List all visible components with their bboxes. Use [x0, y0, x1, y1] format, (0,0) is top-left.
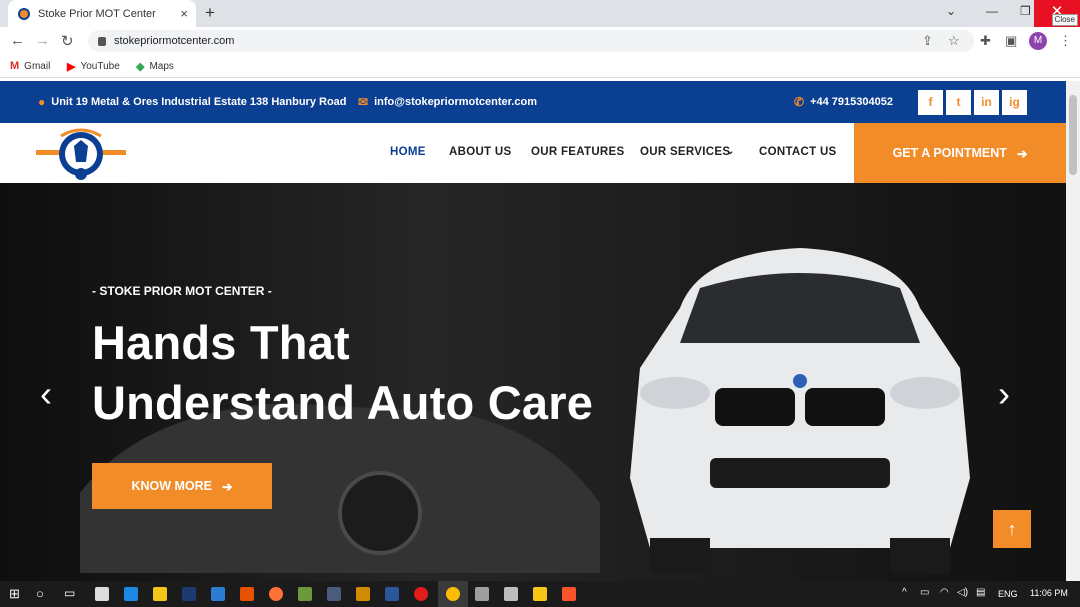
windows-taskbar: ⊞ ○ ▭ ^ ▭ ◠ ◁) ▤ ENG 11:06 PM: [0, 581, 1080, 607]
chrome-icon[interactable]: [446, 587, 460, 601]
email-info[interactable]: ✉ info@stokepriormotcenter.com: [358, 95, 537, 109]
tab-search-icon[interactable]: ⌄: [946, 4, 956, 18]
cta-label: GET A POINTMENT: [892, 146, 1007, 160]
bookmarks-bar: M Gmail ▶ YouTube ◆ Maps: [0, 56, 1080, 78]
phone-info[interactable]: ✆ +44 7915304052: [794, 95, 893, 109]
clock[interactable]: 11:06 PM: [1030, 588, 1068, 598]
folder-icon[interactable]: [533, 587, 547, 601]
minimize-icon[interactable]: —: [986, 4, 998, 18]
phone-text[interactable]: +44 7915304052: [810, 96, 893, 108]
new-tab-button[interactable]: +: [205, 3, 215, 23]
linkedin-icon[interactable]: in: [974, 90, 999, 115]
gmail-icon: M: [10, 60, 20, 72]
arrow-right-icon: ➔: [1016, 146, 1028, 161]
tab-close-icon[interactable]: ×: [180, 6, 188, 21]
location-pin-icon: ●: [38, 95, 46, 109]
address-info: ● Unit 19 Metal & Ores Industrial Estate…: [38, 95, 347, 109]
facebook-icon[interactable]: f: [918, 90, 943, 115]
know-more-button[interactable]: KNOW MORE ➔: [92, 463, 272, 509]
sublime-icon[interactable]: [356, 587, 370, 601]
store-icon[interactable]: [95, 587, 109, 601]
bookmark-label: Maps: [149, 61, 174, 72]
scrollbar-thumb[interactable]: [1069, 95, 1077, 175]
profile-avatar[interactable]: M: [1029, 32, 1047, 50]
page-scrollbar[interactable]: [1066, 81, 1080, 581]
notification-icon[interactable]: ▤: [976, 587, 985, 598]
vscode-icon[interactable]: [211, 587, 225, 601]
app-icon[interactable]: [298, 587, 312, 601]
language-indicator[interactable]: ENG: [998, 589, 1018, 599]
file-explorer-icon[interactable]: [153, 587, 167, 601]
bookmark-label: YouTube: [80, 61, 120, 72]
scroll-to-top-button[interactable]: ↑: [993, 510, 1031, 548]
chevron-down-icon[interactable]: ⌄: [726, 146, 735, 157]
nav-about-us[interactable]: ABOUT US: [449, 146, 511, 158]
battery-icon[interactable]: ▭: [920, 587, 929, 598]
site-favicon-icon: [18, 7, 30, 20]
browser-toolbar: ← → ↻ stokepriormotcenter.com ⇪ ☆ ✚ ▣ ⋮: [0, 27, 1080, 56]
browser-tab[interactable]: Stoke Prior MOT Center ×: [8, 0, 196, 27]
address-text: Unit 19 Metal & Ores Industrial Estate 1…: [51, 96, 347, 108]
browser-tab-bar: Stoke Prior MOT Center × + ⌄ — ❐ ✕ Close: [0, 0, 1080, 27]
firefox-icon[interactable]: [269, 587, 283, 601]
windows-start-icon[interactable]: ⊞: [9, 586, 20, 602]
xampp-icon[interactable]: [240, 587, 254, 601]
brave-icon[interactable]: [562, 587, 576, 601]
share-icon[interactable]: ⇪: [922, 33, 933, 49]
url-text: stokepriormotcenter.com: [114, 35, 235, 47]
phone-icon: ✆: [794, 95, 805, 109]
opera-icon[interactable]: [414, 587, 428, 601]
nav-our-features[interactable]: OUR FEATURES: [531, 146, 624, 158]
extensions-icon[interactable]: ✚: [980, 33, 991, 49]
envelope-icon: ✉: [358, 95, 369, 109]
email-text[interactable]: info@stokepriormotcenter.com: [374, 96, 537, 108]
instagram-icon[interactable]: ig: [1002, 90, 1027, 115]
menu-icon[interactable]: ⋮: [1059, 33, 1072, 49]
youtube-icon: ▶: [67, 61, 76, 73]
bookmark-maps[interactable]: ◆ Maps: [136, 60, 174, 73]
calculator-icon[interactable]: [504, 587, 518, 601]
bookmark-youtube[interactable]: ▶ YouTube: [67, 60, 120, 73]
forward-icon[interactable]: →: [35, 32, 50, 49]
photoshop-icon[interactable]: [182, 587, 196, 601]
hero-title-line2: Understand Auto Care: [92, 376, 594, 429]
bookmark-gmail[interactable]: M Gmail: [10, 60, 50, 72]
wifi-icon[interactable]: ◠: [940, 587, 949, 598]
nav-home[interactable]: HOME: [390, 146, 426, 158]
volume-icon[interactable]: ◁): [957, 587, 968, 598]
back-icon[interactable]: ←: [10, 32, 25, 49]
bookmark-star-icon[interactable]: ☆: [948, 33, 960, 49]
address-bar[interactable]: stokepriormotcenter.com: [88, 30, 974, 52]
hero-subtitle: - STOKE PRIOR MOT CENTER -: [92, 284, 272, 298]
restore-icon[interactable]: ❐: [1020, 4, 1031, 18]
get-appointment-button[interactable]: GET A POINTMENT ➔: [854, 123, 1066, 183]
close-tooltip: Close: [1051, 14, 1078, 26]
slider-next-icon[interactable]: ›: [998, 373, 1010, 415]
bookmark-label: Gmail: [24, 60, 51, 72]
app-icon[interactable]: [475, 587, 489, 601]
know-more-label: KNOW MORE: [131, 479, 213, 493]
edge-icon[interactable]: [124, 587, 138, 601]
hero-slider: - STOKE PRIOR MOT CENTER - Hands That Un…: [0, 183, 1066, 581]
side-panel-icon[interactable]: ▣: [1005, 33, 1017, 49]
hero-car-image: [630, 248, 970, 573]
word-icon[interactable]: [385, 587, 399, 601]
reload-icon[interactable]: ↻: [61, 32, 74, 50]
task-view-icon[interactable]: ▭: [64, 586, 75, 600]
slider-prev-icon[interactable]: ‹: [40, 373, 52, 415]
twitter-icon[interactable]: t: [946, 90, 971, 115]
app-icon[interactable]: [327, 587, 341, 601]
nav-contact-us[interactable]: CONTACT US: [759, 146, 837, 158]
search-icon[interactable]: ○: [36, 586, 44, 601]
nav-our-services[interactable]: OUR SERVICES: [640, 146, 730, 158]
arrow-right-icon: ➔: [222, 479, 233, 494]
contact-topbar: ● Unit 19 Metal & Ores Industrial Estate…: [0, 81, 1066, 123]
tab-title: Stoke Prior MOT Center: [38, 7, 156, 20]
site-logo[interactable]: [36, 124, 126, 182]
maps-icon: ◆: [136, 61, 145, 73]
tray-chevron-icon[interactable]: ^: [902, 587, 907, 598]
hero-title-line1: Hands That: [92, 316, 350, 369]
lock-icon: [98, 36, 106, 46]
